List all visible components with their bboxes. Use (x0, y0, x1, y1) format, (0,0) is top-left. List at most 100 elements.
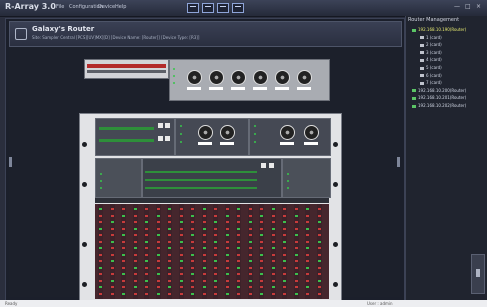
window-icon[interactable] (217, 3, 229, 13)
line-card-slot[interactable] (270, 204, 276, 299)
port-led (306, 234, 309, 236)
port-led (271, 234, 275, 236)
port-led (179, 214, 183, 217)
status-led (100, 173, 102, 175)
line-card-slot[interactable] (224, 204, 230, 299)
port-led (248, 214, 252, 217)
port-led (317, 273, 321, 275)
fan-label (297, 87, 311, 90)
grid-icon[interactable] (202, 3, 214, 13)
psu-left[interactable] (95, 158, 142, 198)
fan-module-left[interactable] (175, 118, 249, 156)
menu-help[interactable]: Help (115, 4, 126, 10)
minimize-button[interactable]: — (454, 3, 460, 10)
device-canvas[interactable] (9, 47, 400, 305)
tree-router-node[interactable]: 192.168.10.190(Router) (412, 27, 466, 32)
port-icon (261, 163, 266, 168)
tree-card-node[interactable]: 4 (card) (420, 57, 442, 62)
line-card-slot[interactable] (201, 204, 207, 299)
list-icon[interactable] (187, 3, 199, 13)
port-led (225, 266, 229, 269)
port-led (110, 247, 114, 249)
router-icon (15, 28, 27, 40)
port-led (179, 286, 183, 288)
router-icon (412, 96, 416, 100)
line-card-slot[interactable] (121, 204, 126, 299)
line-card-slot[interactable] (236, 204, 241, 299)
port-led (191, 214, 194, 217)
tree-card-node[interactable]: 2 (card) (420, 42, 442, 47)
port-led (99, 279, 102, 282)
port-led (156, 208, 160, 210)
line-card-bay[interactable] (95, 204, 329, 299)
layout-icon[interactable] (232, 3, 244, 13)
line-card-slot[interactable] (144, 204, 149, 299)
card-icon (420, 81, 424, 85)
port-led (133, 266, 137, 269)
line-card-slot[interactable] (247, 204, 253, 299)
line-card-slot[interactable] (155, 204, 161, 299)
line-card-slot[interactable] (259, 204, 264, 299)
fan-module-right[interactable] (249, 118, 331, 156)
port-led (202, 208, 206, 210)
port-led (202, 279, 206, 282)
line-card-slot[interactable] (178, 204, 184, 299)
line-card-slot[interactable] (190, 204, 195, 299)
controller-bar (99, 139, 154, 142)
line-card-slot[interactable] (98, 204, 103, 299)
psu-right[interactable] (282, 158, 331, 198)
port-led (179, 221, 183, 223)
router-icon (412, 28, 416, 32)
router-chassis[interactable] (79, 113, 342, 305)
controller-card[interactable] (95, 118, 175, 156)
port-led (191, 266, 194, 269)
line-card-slot[interactable] (132, 204, 138, 299)
io-bar (145, 187, 257, 189)
port-led (191, 260, 194, 262)
tree-card-node[interactable]: 5 (card) (420, 65, 442, 70)
maximize-button[interactable]: □ (465, 3, 471, 10)
io-module[interactable] (142, 158, 282, 198)
port-led (237, 286, 240, 288)
line-card-slot[interactable] (305, 204, 310, 299)
tree-router-node[interactable]: 192.168.10.200(Router) (412, 88, 466, 93)
tree-router-node[interactable]: 192.168.10.202(Router) (412, 103, 466, 108)
line-card-slot[interactable] (316, 204, 322, 299)
right-splitter-handle[interactable] (397, 157, 400, 167)
tree-router-node[interactable]: 192.168.10.201(Router) (412, 95, 466, 100)
left-splitter-handle[interactable] (9, 157, 12, 167)
port-led (271, 279, 275, 282)
zoom-slider[interactable] (471, 254, 485, 294)
port-led (260, 260, 263, 262)
close-button[interactable]: × (476, 3, 481, 10)
port-led (133, 221, 137, 223)
port-led (99, 260, 102, 262)
slider-thumb[interactable] (476, 269, 480, 277)
fan-tray[interactable] (169, 59, 330, 101)
tree-card-node[interactable]: 7 (card) (420, 80, 442, 85)
app-window: R-Array 3.0 File Configuration Device He… (0, 0, 487, 307)
port-led (110, 292, 114, 295)
status-led (100, 180, 102, 182)
port-led (133, 240, 137, 243)
top-unit[interactable] (84, 59, 169, 79)
line-card-slot[interactable] (282, 204, 287, 299)
tree-card-node[interactable]: 6 (card) (420, 73, 442, 78)
port-led (168, 214, 171, 217)
tree-card-node[interactable]: 3 (card) (420, 50, 442, 55)
line-card-slot[interactable] (109, 204, 115, 299)
port-led (202, 286, 206, 288)
tree-card-node[interactable]: 1 (card) (420, 35, 442, 40)
port-led (122, 227, 125, 230)
menu-device[interactable]: Device (98, 4, 115, 10)
line-card-slot[interactable] (213, 204, 218, 299)
line-card-slot[interactable] (293, 204, 299, 299)
port-led (283, 227, 286, 230)
tree-node-label: 192.168.10.190(Router) (418, 27, 467, 32)
menu-file[interactable]: File (56, 4, 64, 10)
line-card-slot[interactable] (167, 204, 172, 299)
fan-icon (198, 125, 213, 140)
port-led (122, 253, 125, 256)
port-led (145, 221, 148, 223)
port-led (271, 227, 275, 230)
